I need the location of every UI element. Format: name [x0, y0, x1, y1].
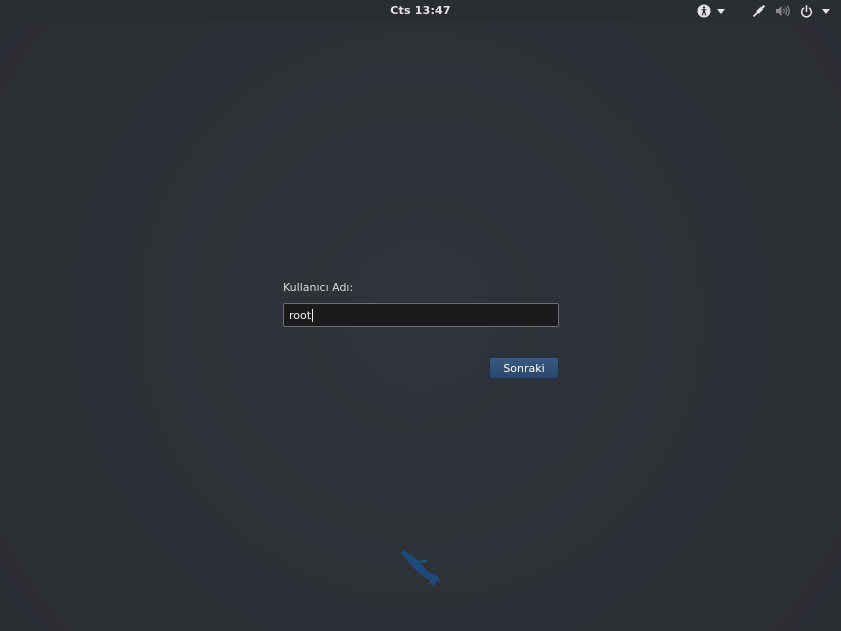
mouse-pointer-icon — [315, 624, 323, 631]
power-icon — [800, 4, 813, 18]
username-input[interactable]: root — [283, 303, 559, 327]
text-cursor — [312, 308, 314, 322]
username-value: root — [289, 308, 312, 322]
top-bar: Cts 13:47 — [0, 0, 841, 22]
chevron-down-icon — [717, 8, 725, 14]
username-label: Kullanıcı Adı: — [283, 281, 354, 294]
login-form: Kullanıcı Adı: root Sonraki — [283, 280, 559, 379]
kali-dragon-logo — [398, 548, 444, 596]
accessibility-menu[interactable] — [697, 3, 725, 19]
accessibility-icon — [697, 4, 711, 18]
chevron-down-icon — [822, 8, 830, 14]
volume-icon — [775, 5, 791, 17]
next-button[interactable]: Sonraki — [489, 357, 559, 379]
wired-network-icon — [752, 4, 766, 18]
system-menu[interactable] — [752, 3, 830, 19]
login-screen: Cts 13:47 Kullanıcı Adı: root Sonraki — [0, 0, 841, 631]
